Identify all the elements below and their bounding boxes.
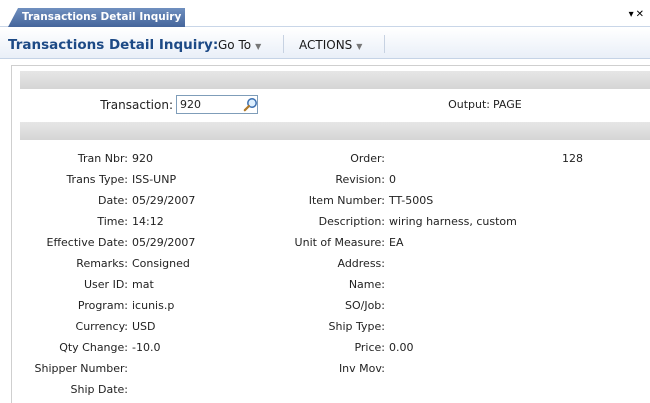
remarks-label: Remarks:: [76, 257, 128, 270]
tab-bar: Transactions Detail Inquiry ▾✕: [0, 0, 650, 27]
order-label: Order:: [350, 152, 385, 165]
actions-menu[interactable]: ACTIONS ▼: [299, 38, 362, 52]
effective-date-label: Effective Date:: [46, 236, 129, 249]
item-number-label: Item Number:: [308, 194, 385, 207]
trans-type-value: ISS-UNP: [132, 173, 177, 186]
user-id-value: mat: [132, 278, 154, 291]
program-value: icunis.p: [132, 299, 175, 312]
output-label: Output:: [448, 98, 490, 111]
output-value: PAGE: [493, 98, 522, 111]
date-value: 05/29/2007: [132, 194, 196, 207]
page-title: Transactions Detail Inquiry:: [8, 37, 219, 53]
so-job-label: SO/Job:: [344, 299, 385, 312]
price-label: Price:: [354, 341, 385, 354]
trans-type-label: Trans Type:: [66, 173, 128, 186]
time-label: Time:: [97, 215, 128, 228]
toolbar-divider: [384, 35, 385, 53]
item-number-value: TT-500S: [389, 194, 434, 207]
toolbar-divider: [283, 35, 284, 53]
tran-nbr-value: 920: [132, 152, 153, 165]
ship-date-label: Ship Date:: [70, 383, 129, 396]
revision-label: Revision:: [335, 173, 385, 186]
name-label: Name:: [348, 278, 385, 291]
effective-date-value: 05/29/2007: [132, 236, 196, 249]
order-line-value: 128: [562, 152, 583, 165]
shipper-number-label: Shipper Number:: [34, 362, 128, 375]
remarks-value: Consigned: [132, 257, 190, 270]
dropdown-arrow-icon[interactable]: ▾: [629, 9, 636, 20]
close-icon[interactable]: ✕: [636, 9, 646, 20]
transaction-label: Transaction:: [100, 98, 173, 112]
qty-change-value: -10.0: [132, 341, 161, 354]
section-header-band: [20, 122, 650, 140]
revision-value: 0: [389, 173, 396, 186]
go-to-label: Go To: [218, 38, 252, 52]
tran-nbr-label: Tran Nbr:: [77, 152, 128, 165]
price-value: 0.00: [389, 341, 414, 354]
ship-type-label: Ship Type:: [328, 320, 385, 333]
description-value: wiring harness, custom: [389, 215, 517, 228]
date-label: Date:: [98, 194, 128, 207]
section-header-band: [20, 71, 650, 89]
address-label: Address:: [337, 257, 385, 270]
actions-label: ACTIONS: [299, 38, 353, 52]
currency-label: Currency:: [75, 320, 128, 333]
unit-of-measure-value: EA: [389, 236, 404, 249]
currency-value: USD: [132, 320, 156, 333]
go-to-menu[interactable]: Go To ▼: [218, 38, 261, 52]
chevron-down-icon: ▼: [255, 42, 262, 51]
user-id-label: User ID:: [84, 278, 128, 291]
tab-label: Transactions Detail Inquiry: [22, 11, 182, 23]
program-label: Program:: [77, 299, 128, 312]
qty-change-label: Qty Change:: [59, 341, 128, 354]
chevron-down-icon: ▼: [356, 42, 363, 51]
tab-transactions-detail-inquiry[interactable]: Transactions Detail Inquiry: [8, 8, 185, 27]
time-value: 14:12: [132, 215, 164, 228]
inv-mov-label: Inv Mov:: [338, 362, 385, 375]
magnifier-icon[interactable]: [243, 97, 258, 112]
unit-of-measure-label: Unit of Measure:: [294, 236, 385, 249]
toolbar: Transactions Detail Inquiry: Go To ▼ ACTI…: [0, 28, 650, 59]
description-label: Description:: [318, 215, 385, 228]
transaction-value: 920: [180, 98, 201, 111]
tab-tools: ▾✕: [629, 9, 646, 20]
